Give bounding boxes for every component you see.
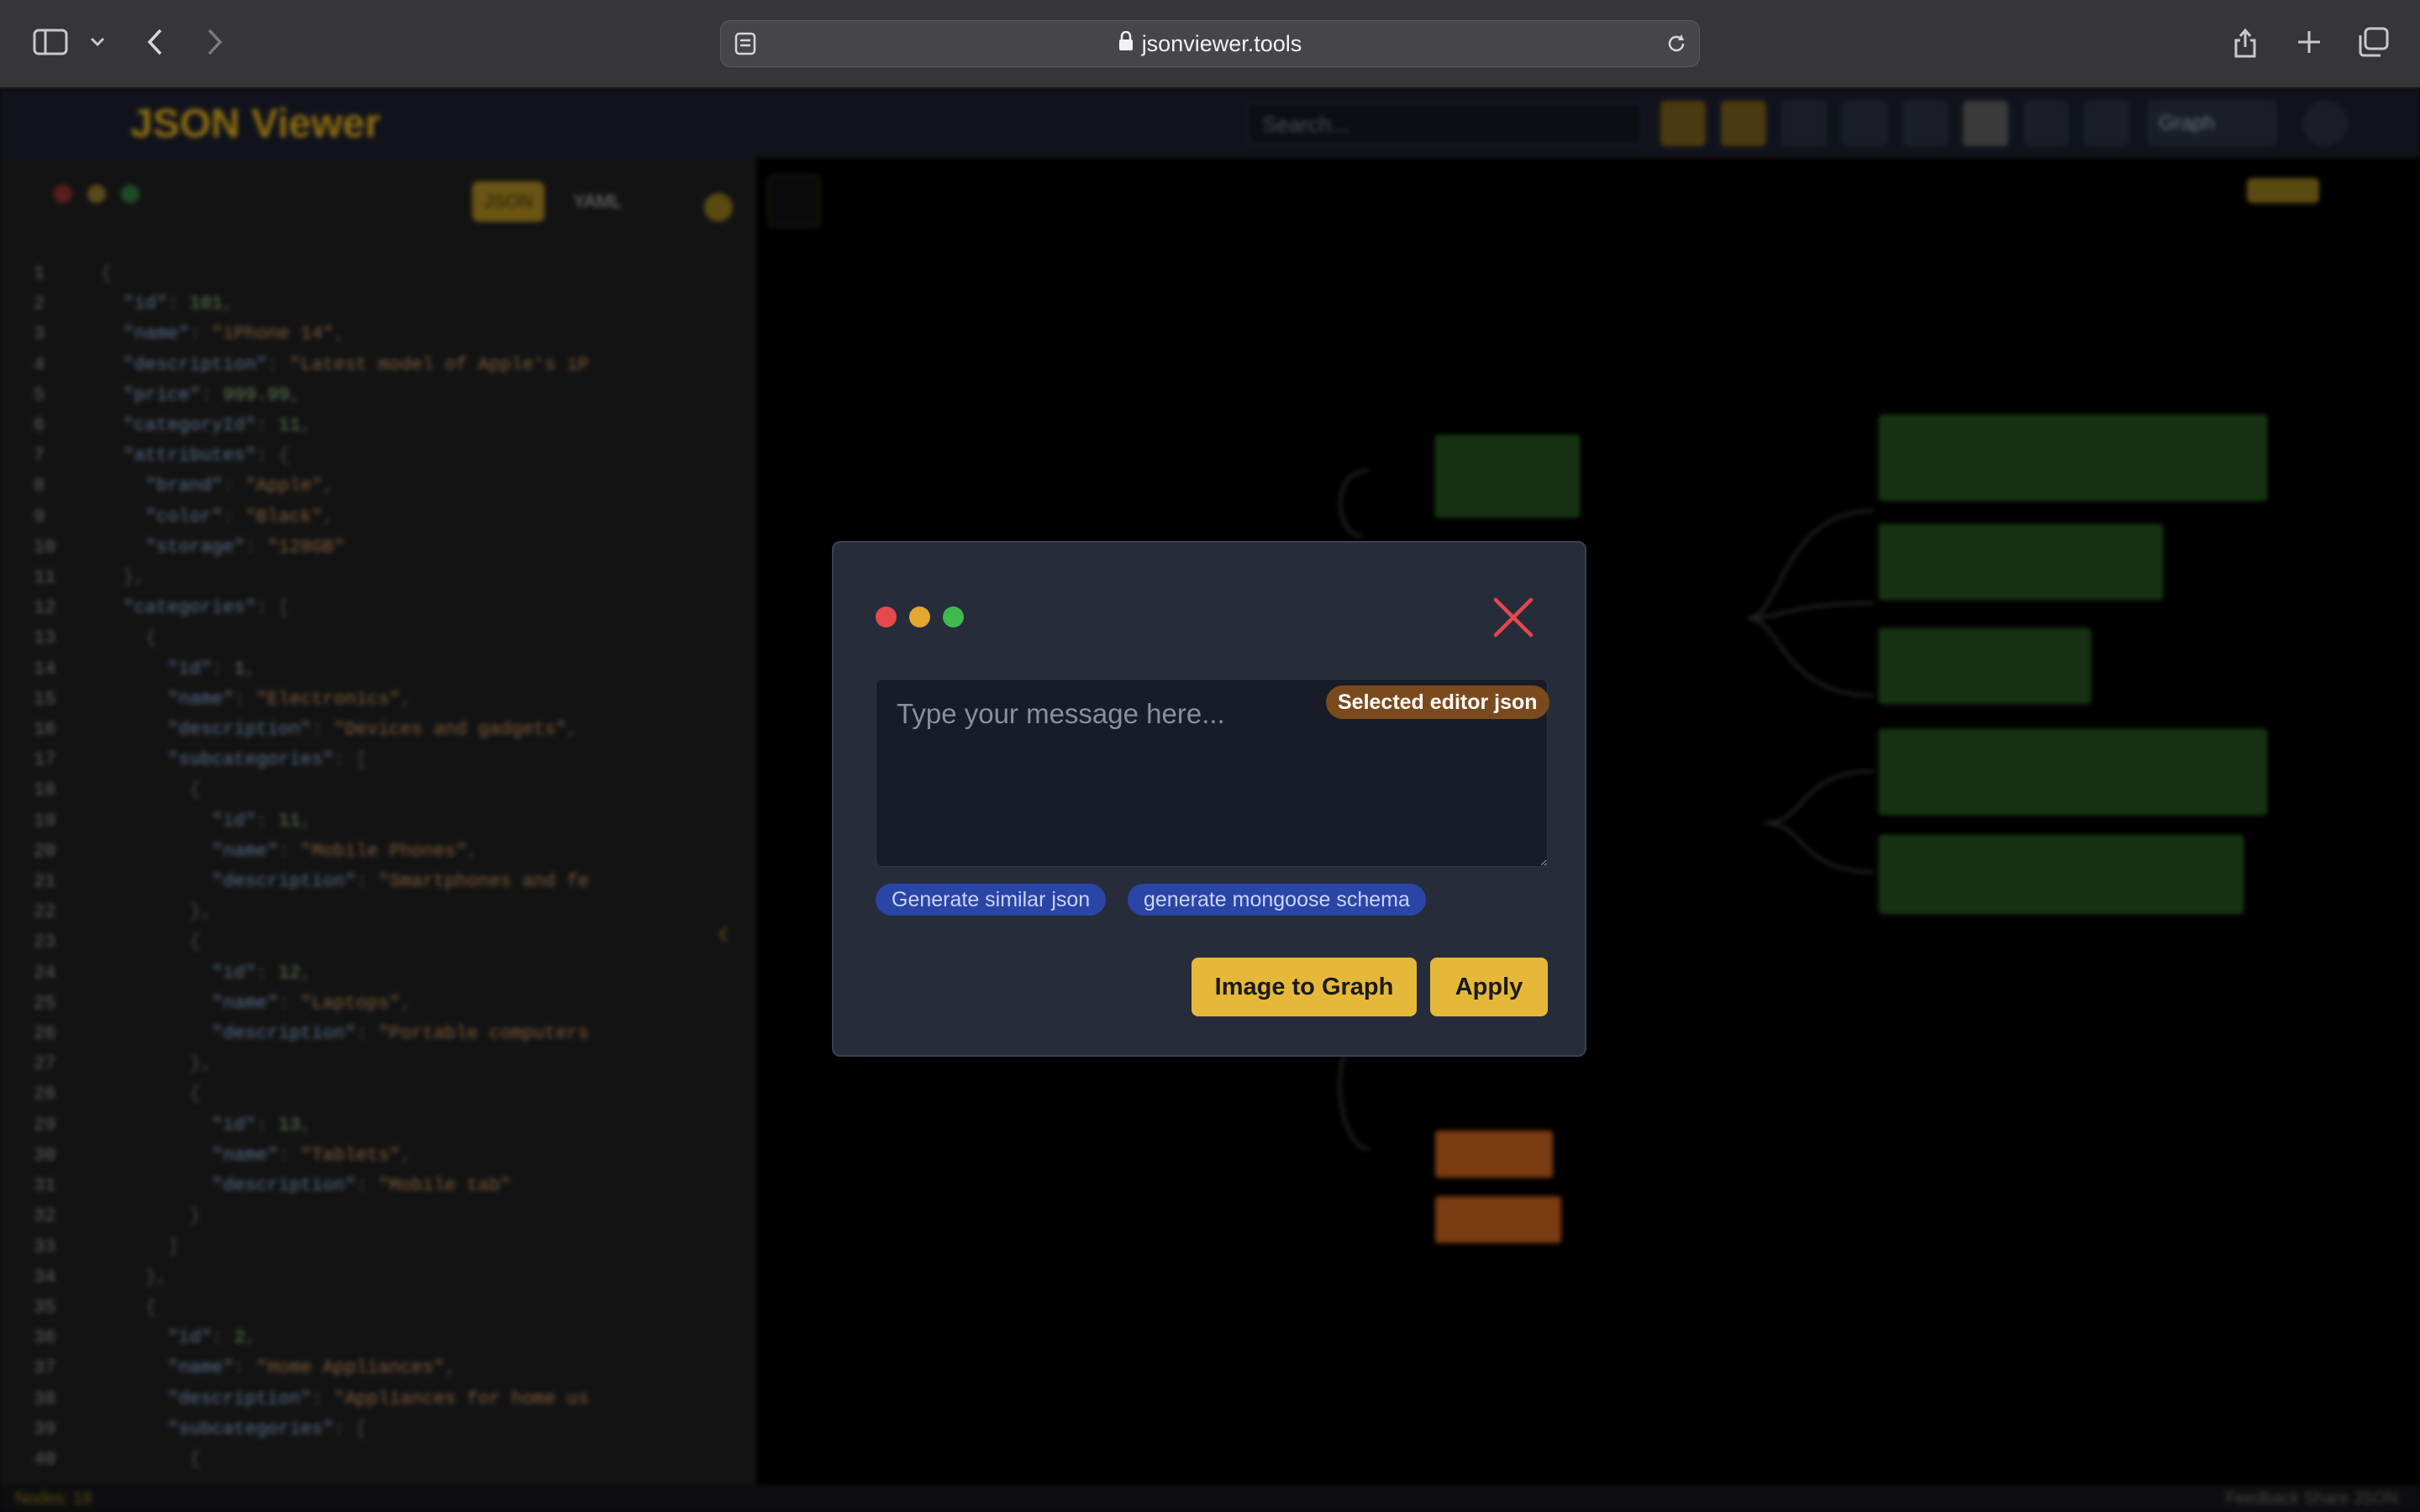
url-display: jsonviewer.tools (721, 21, 1699, 66)
header-button[interactable] (1721, 101, 1766, 146)
app-header: JSON Viewer Search... Graph (0, 89, 2420, 158)
back-icon[interactable] (141, 25, 168, 59)
generate-similar-json-chip[interactable]: Generate similar json (876, 884, 1107, 916)
browser-toolbar: jsonviewer.tools (0, 0, 2420, 89)
close-icon[interactable] (1491, 595, 1536, 640)
window-dot-green (121, 185, 139, 203)
status-right[interactable]: Feedback Share JSON (2225, 1485, 2398, 1512)
code-content: { "id": 101, "name": "iPhone 14", "descr… (101, 263, 589, 1470)
graph-node[interactable] (1879, 415, 2267, 501)
collapse-panel-icon[interactable]: ‹ (718, 914, 738, 951)
header-button[interactable] (2302, 101, 2348, 146)
url-text: jsonviewer.tools (1141, 30, 1302, 56)
sidebar-toggle-icon[interactable] (32, 25, 69, 59)
header-button[interactable] (1781, 101, 1827, 146)
window-dot-red (54, 185, 72, 203)
status-left: Nodes: 19 (15, 1489, 92, 1508)
header-button[interactable] (2084, 101, 2129, 146)
window-dot-red (876, 606, 897, 627)
graph-node[interactable] (1879, 729, 2267, 815)
selected-editor-badge: Selected editor json (1326, 685, 1549, 719)
address-bar[interactable]: jsonviewer.tools (720, 20, 1700, 67)
tab-json[interactable]: JSON (472, 181, 544, 222)
header-search-input[interactable]: Search... (1248, 102, 1643, 144)
window-dot-green (943, 606, 964, 627)
view-select[interactable]: Graph (2147, 101, 2277, 146)
new-tab-icon[interactable] (2294, 25, 2324, 59)
graph-node[interactable] (1879, 835, 2244, 914)
graph-node[interactable] (1435, 1131, 1553, 1178)
lock-icon (1118, 30, 1134, 57)
window-dot-yellow (909, 606, 930, 627)
graph-node[interactable] (1435, 435, 1580, 517)
share-icon[interactable] (2230, 24, 2260, 60)
image-to-graph-button[interactable]: Image to Graph (1192, 958, 1417, 1016)
generate-mongoose-schema-chip[interactable]: generate mongoose schema (1128, 884, 1426, 916)
ai-assistant-dialog: Selected editor json Generate similar js… (832, 541, 1586, 1057)
forward-icon[interactable] (202, 25, 229, 59)
graph-node[interactable] (1879, 524, 2163, 600)
settings-icon[interactable] (704, 193, 733, 222)
tab-yaml[interactable]: YAML (561, 181, 634, 222)
line-numbers: 1 2 3 4 5 6 7 8 9 10 11 12 13 14 15 16 1… (34, 263, 56, 1470)
apply-button[interactable]: Apply (1430, 958, 1548, 1016)
header-button[interactable] (1842, 101, 1887, 146)
header-button[interactable] (1963, 101, 2008, 146)
json-editor-panel: JSON YAML 1 2 3 4 5 6 7 8 9 10 11 12 13 … (0, 158, 756, 1485)
graph-node[interactable] (1879, 628, 2091, 704)
chevron-down-icon[interactable] (87, 32, 108, 52)
reload-icon[interactable] (1664, 31, 1689, 56)
header-button[interactable] (1660, 101, 1706, 146)
window-dot-yellow (87, 185, 106, 203)
app-logo: JSON Viewer (130, 102, 381, 146)
header-button[interactable] (1902, 101, 1948, 146)
status-bar: Nodes: 19 Feedback Share JSON (0, 1485, 2420, 1512)
tab-overview-icon[interactable] (2356, 25, 2390, 59)
graph-node[interactable] (1435, 1196, 1561, 1243)
header-button[interactable] (2023, 101, 2069, 146)
